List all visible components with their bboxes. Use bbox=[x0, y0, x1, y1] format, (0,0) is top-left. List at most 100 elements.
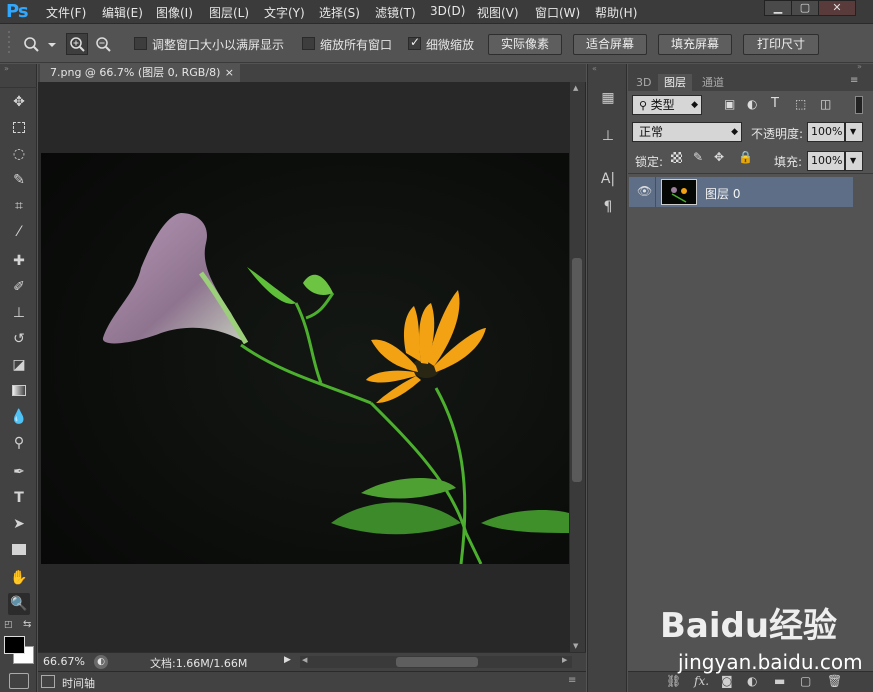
smart-object-filter-icon[interactable]: ◫ bbox=[820, 97, 831, 111]
foreground-color-swatch[interactable] bbox=[4, 636, 25, 654]
menu-view[interactable]: 视图(V) bbox=[477, 4, 519, 21]
opacity-input[interactable]: 100% bbox=[807, 122, 845, 142]
path-selection-tool-icon[interactable]: ➤ bbox=[8, 513, 30, 535]
shape-filter-icon[interactable]: ⬚ bbox=[795, 97, 806, 111]
panel-menu-icon[interactable]: ≡ bbox=[850, 75, 858, 86]
tab-3d[interactable]: 3D bbox=[630, 74, 657, 91]
pixel-filter-icon[interactable]: ▣ bbox=[724, 97, 735, 111]
fx-icon[interactable]: fx. bbox=[694, 674, 709, 688]
tab-channels[interactable]: 通道 bbox=[696, 74, 730, 91]
close-button[interactable]: ✕ bbox=[818, 0, 856, 16]
mask-icon[interactable]: ◙ bbox=[721, 674, 733, 688]
zoom-level[interactable]: 66.67% bbox=[43, 655, 85, 668]
lock-pixels-icon[interactable]: ✎ bbox=[693, 150, 703, 164]
filter-toggle[interactable] bbox=[855, 96, 863, 114]
clone-stamp-tool-icon[interactable]: ⊥ bbox=[8, 302, 30, 324]
scrubby-zoom-checkbox[interactable] bbox=[408, 35, 421, 50]
fill-dropdown-icon[interactable]: ▼ bbox=[845, 151, 863, 171]
zoom-tool-icon[interactable]: 🔍 bbox=[8, 593, 30, 615]
blur-tool-icon[interactable]: 💧 bbox=[8, 406, 30, 428]
lock-transparency-icon[interactable] bbox=[671, 152, 682, 163]
lasso-tool-icon[interactable]: ◌ bbox=[8, 143, 30, 165]
rectangle-tool-icon[interactable] bbox=[8, 539, 30, 561]
brush-tool-icon[interactable]: ✐ bbox=[8, 276, 30, 298]
marquee-tool-icon[interactable] bbox=[8, 117, 30, 139]
timeline-menu-icon[interactable]: ≡ bbox=[568, 675, 576, 686]
minimize-button[interactable]: ▁ bbox=[764, 0, 792, 16]
menu-edit[interactable]: 编辑(E) bbox=[102, 4, 143, 21]
opacity-dropdown-icon[interactable]: ▼ bbox=[845, 122, 863, 142]
tools-grip[interactable] bbox=[0, 76, 37, 88]
folder-icon[interactable]: ▬ bbox=[774, 674, 785, 688]
adjustment-filter-icon[interactable]: ◐ bbox=[747, 97, 757, 111]
layer-filter-dropdown[interactable]: ⚲ 类型 ◆ bbox=[632, 95, 702, 115]
type-filter-icon[interactable]: T bbox=[771, 96, 779, 111]
scroll-left-icon[interactable]: ◀ bbox=[302, 656, 307, 664]
menu-select[interactable]: 选择(S) bbox=[319, 4, 360, 21]
menu-3d[interactable]: 3D(D) bbox=[430, 4, 465, 18]
crop-tool-icon[interactable]: ⌗ bbox=[8, 195, 30, 217]
collapse-arrows-icon[interactable]: » bbox=[857, 62, 862, 71]
menu-filter[interactable]: 滤镜(T) bbox=[375, 4, 416, 21]
fill-input[interactable]: 100% bbox=[807, 151, 845, 171]
scroll-up-icon[interactable]: ▲ bbox=[573, 84, 578, 92]
document-image[interactable] bbox=[41, 153, 569, 564]
adjustment-icon[interactable]: ◐ bbox=[747, 674, 757, 688]
swap-colors-icon[interactable]: ⇆ bbox=[23, 619, 31, 630]
quick-mask-icon[interactable] bbox=[9, 673, 29, 689]
navigator-panel-icon[interactable]: ▦ bbox=[594, 86, 622, 110]
zoom-tool-preset-icon[interactable] bbox=[22, 35, 58, 55]
clone-source-panel-icon[interactable]: ⊥ bbox=[594, 124, 622, 148]
collapse-arrows-icon[interactable]: » bbox=[4, 64, 9, 73]
maximize-button[interactable]: ▢ bbox=[791, 0, 819, 16]
menu-window[interactable]: 窗口(W) bbox=[535, 4, 580, 21]
horizontal-scrollbar[interactable]: ◀ ▶ bbox=[300, 656, 572, 668]
menu-help[interactable]: 帮助(H) bbox=[595, 4, 637, 21]
blend-mode-dropdown[interactable]: 正常 ◆ bbox=[632, 122, 742, 142]
move-tool-icon[interactable]: ✥ bbox=[8, 91, 30, 113]
actual-pixels-button[interactable]: 实际像素 bbox=[488, 34, 562, 55]
resize-windows-checkbox[interactable] bbox=[134, 37, 147, 50]
collapse-arrows-icon[interactable]: « bbox=[592, 64, 597, 73]
link-icon[interactable]: ⛓ bbox=[666, 674, 681, 688]
default-colors-icon[interactable]: ◰ bbox=[4, 620, 13, 630]
character-panel-icon[interactable]: A| bbox=[594, 167, 622, 191]
healing-brush-tool-icon[interactable]: ✚ bbox=[8, 250, 30, 272]
document-tab[interactable]: 7.png @ 66.7% (图层 0, RGB/8) × bbox=[40, 64, 240, 82]
menu-layer[interactable]: 图层(L) bbox=[209, 4, 249, 21]
dodge-tool-icon[interactable]: ⚲ bbox=[8, 432, 30, 454]
horizontal-scroll-thumb[interactable] bbox=[396, 657, 478, 667]
layer-thumbnail[interactable] bbox=[661, 179, 697, 205]
timeline-panel[interactable]: 时间轴 ≡ bbox=[38, 671, 586, 692]
eraser-tool-icon[interactable]: ◪ bbox=[8, 354, 30, 376]
zoom-out-icon[interactable] bbox=[93, 34, 113, 54]
menu-file[interactable]: 文件(F) bbox=[46, 4, 86, 21]
status-menu-arrow-icon[interactable]: ▶ bbox=[284, 655, 291, 665]
lock-all-icon[interactable]: 🔒 bbox=[738, 150, 753, 164]
zoom-in-toggle[interactable] bbox=[66, 33, 88, 55]
eyedropper-tool-icon[interactable]: ⁄ bbox=[8, 221, 30, 243]
vertical-scroll-thumb[interactable] bbox=[572, 258, 582, 482]
trash-icon[interactable]: 🗑 bbox=[827, 674, 842, 688]
print-size-button[interactable]: 打印尺寸 bbox=[743, 34, 819, 55]
layer-row[interactable]: 👁 图层 0 bbox=[629, 177, 853, 207]
menu-type[interactable]: 文字(Y) bbox=[264, 4, 305, 21]
status-info-icon[interactable]: ◐ bbox=[94, 655, 108, 669]
hand-tool-icon[interactable]: ✋ bbox=[8, 567, 30, 589]
scroll-right-icon[interactable]: ▶ bbox=[562, 656, 567, 664]
document-tab-close-icon[interactable]: × bbox=[225, 64, 234, 82]
type-tool-icon[interactable]: T bbox=[8, 487, 30, 509]
gradient-tool-icon[interactable] bbox=[8, 380, 30, 402]
paragraph-panel-icon[interactable]: ¶ bbox=[594, 195, 622, 219]
quick-selection-tool-icon[interactable]: ✎ bbox=[8, 169, 30, 191]
zoom-all-windows-checkbox[interactable] bbox=[302, 37, 315, 50]
history-brush-tool-icon[interactable]: ↺ bbox=[8, 328, 30, 350]
pen-tool-icon[interactable]: ✒ bbox=[8, 461, 30, 483]
menu-image[interactable]: 图像(I) bbox=[156, 4, 193, 21]
vertical-scrollbar[interactable]: ▲ ▼ bbox=[570, 82, 585, 652]
lock-position-icon[interactable]: ✥ bbox=[714, 150, 724, 164]
tab-layers[interactable]: 图层 bbox=[658, 74, 692, 91]
fill-screen-button[interactable]: 填充屏幕 bbox=[658, 34, 732, 55]
layer-name[interactable]: 图层 0 bbox=[705, 185, 740, 202]
fit-screen-button[interactable]: 适合屏幕 bbox=[573, 34, 647, 55]
